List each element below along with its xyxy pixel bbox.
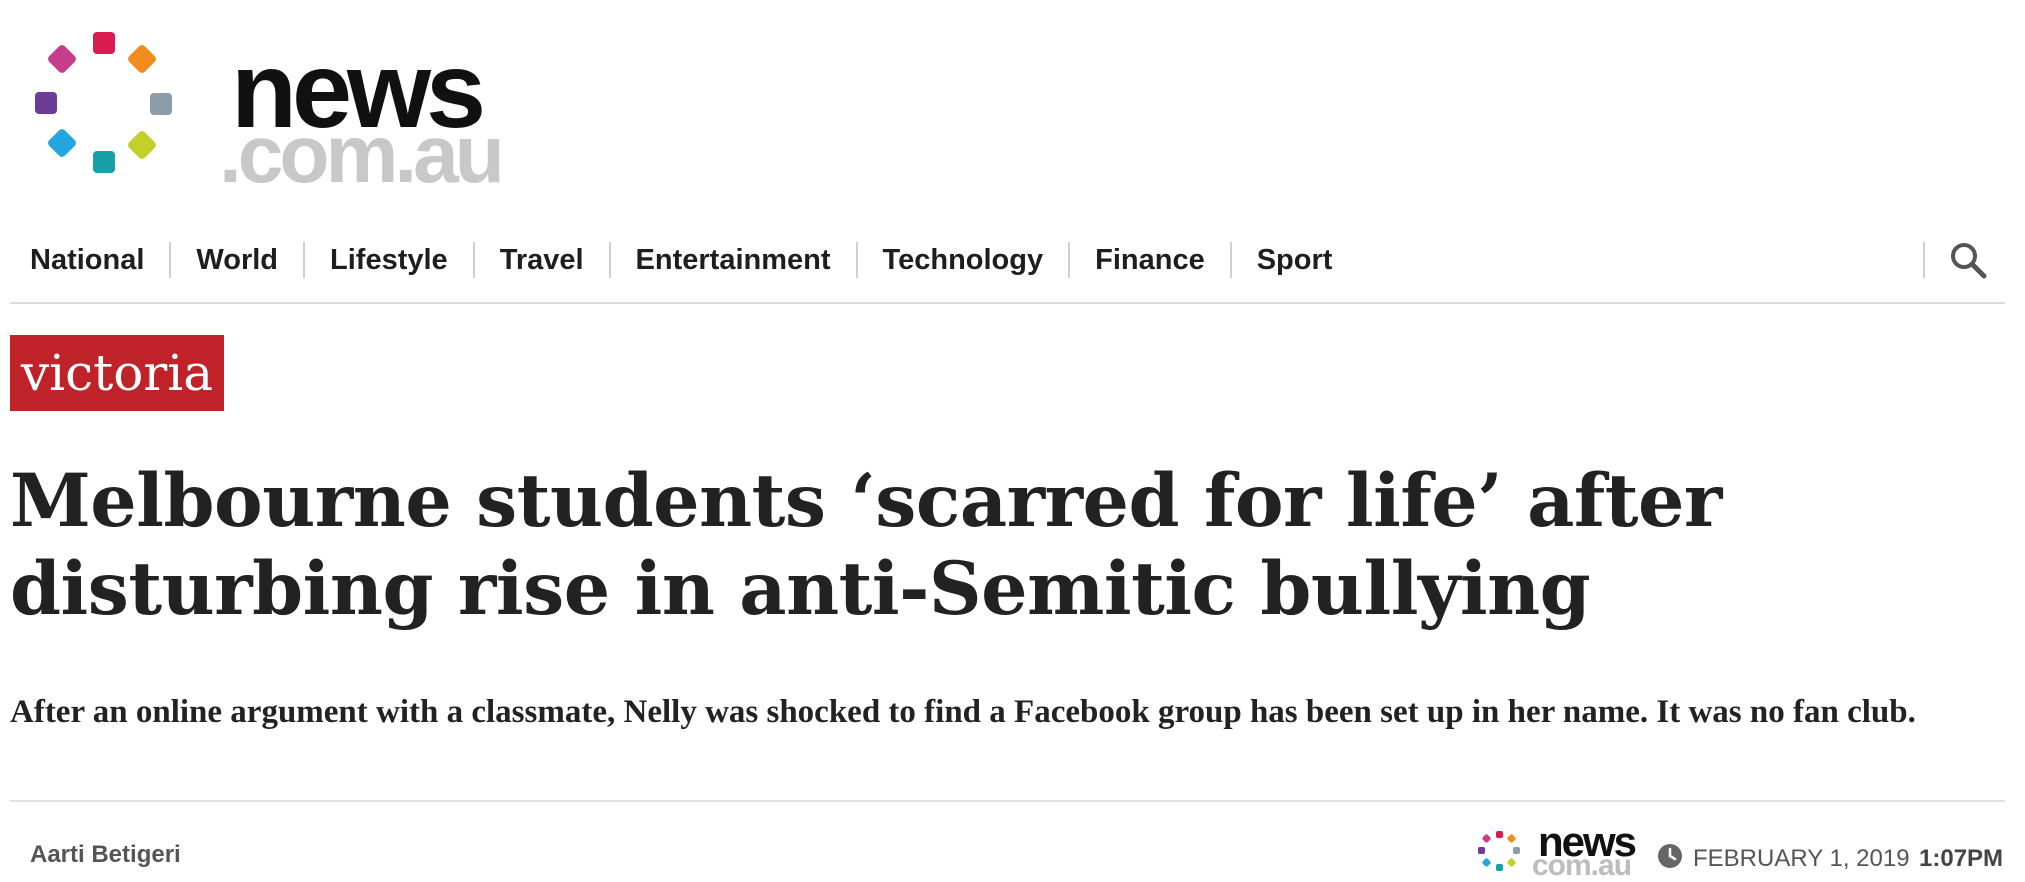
logo-domain: .com.au	[219, 109, 505, 200]
search-button[interactable]	[1948, 240, 1988, 280]
news-com-au-logo[interactable]: news .com.au	[33, 30, 505, 196]
article-standfirst: After an online argument with a classmat…	[10, 694, 1916, 730]
logo-dot	[1506, 833, 1517, 844]
logo-dot	[35, 92, 57, 114]
nav-item-finance[interactable]: Finance	[1070, 238, 1230, 282]
byline-divider	[10, 800, 2005, 802]
logo-dot	[93, 32, 115, 54]
nav-item-lifestyle[interactable]: Lifestyle	[305, 238, 473, 282]
logo-dot	[46, 127, 78, 159]
logo-dot	[1506, 857, 1517, 868]
nav-item-technology[interactable]: Technology	[858, 238, 1069, 282]
logo-dot	[46, 43, 78, 75]
logo-dot	[1513, 847, 1520, 854]
category-tag[interactable]: victoria	[10, 335, 224, 411]
nav-list: National World Lifestyle Travel Entertai…	[20, 238, 1357, 282]
logo-dot	[1496, 864, 1503, 871]
publish-time: 1:07PM	[1919, 845, 2004, 872]
article-headline: Melbourne students ‘scarred for life’ af…	[10, 458, 1722, 632]
author-name[interactable]: Aarti Betigeri	[30, 840, 181, 870]
main-navigation: National World Lifestyle Travel Entertai…	[10, 238, 2005, 304]
nav-item-sport[interactable]: Sport	[1232, 238, 1358, 282]
search-icon	[1951, 243, 1987, 279]
publish-date: FEBRUARY 1, 2019	[1693, 845, 1910, 872]
nav-item-national[interactable]: National	[20, 238, 169, 282]
source-logo-domain: com.au	[1532, 849, 1632, 882]
logo-dot	[126, 129, 158, 161]
source-logo: news com.au	[1470, 821, 1638, 881]
nav-item-entertainment[interactable]: Entertainment	[611, 238, 856, 282]
logo-dot	[1496, 831, 1503, 838]
logo-dot	[1481, 857, 1492, 868]
clock-icon	[1658, 844, 1682, 868]
nav-item-world[interactable]: World	[171, 238, 303, 282]
nav-divider	[1923, 242, 1925, 278]
logo-dot	[1478, 847, 1485, 854]
logo-dot	[150, 93, 172, 115]
logo-dot	[93, 151, 115, 173]
nav-item-travel[interactable]: Travel	[475, 238, 609, 282]
logo-dot	[126, 43, 158, 75]
logo-dot	[1481, 833, 1492, 844]
